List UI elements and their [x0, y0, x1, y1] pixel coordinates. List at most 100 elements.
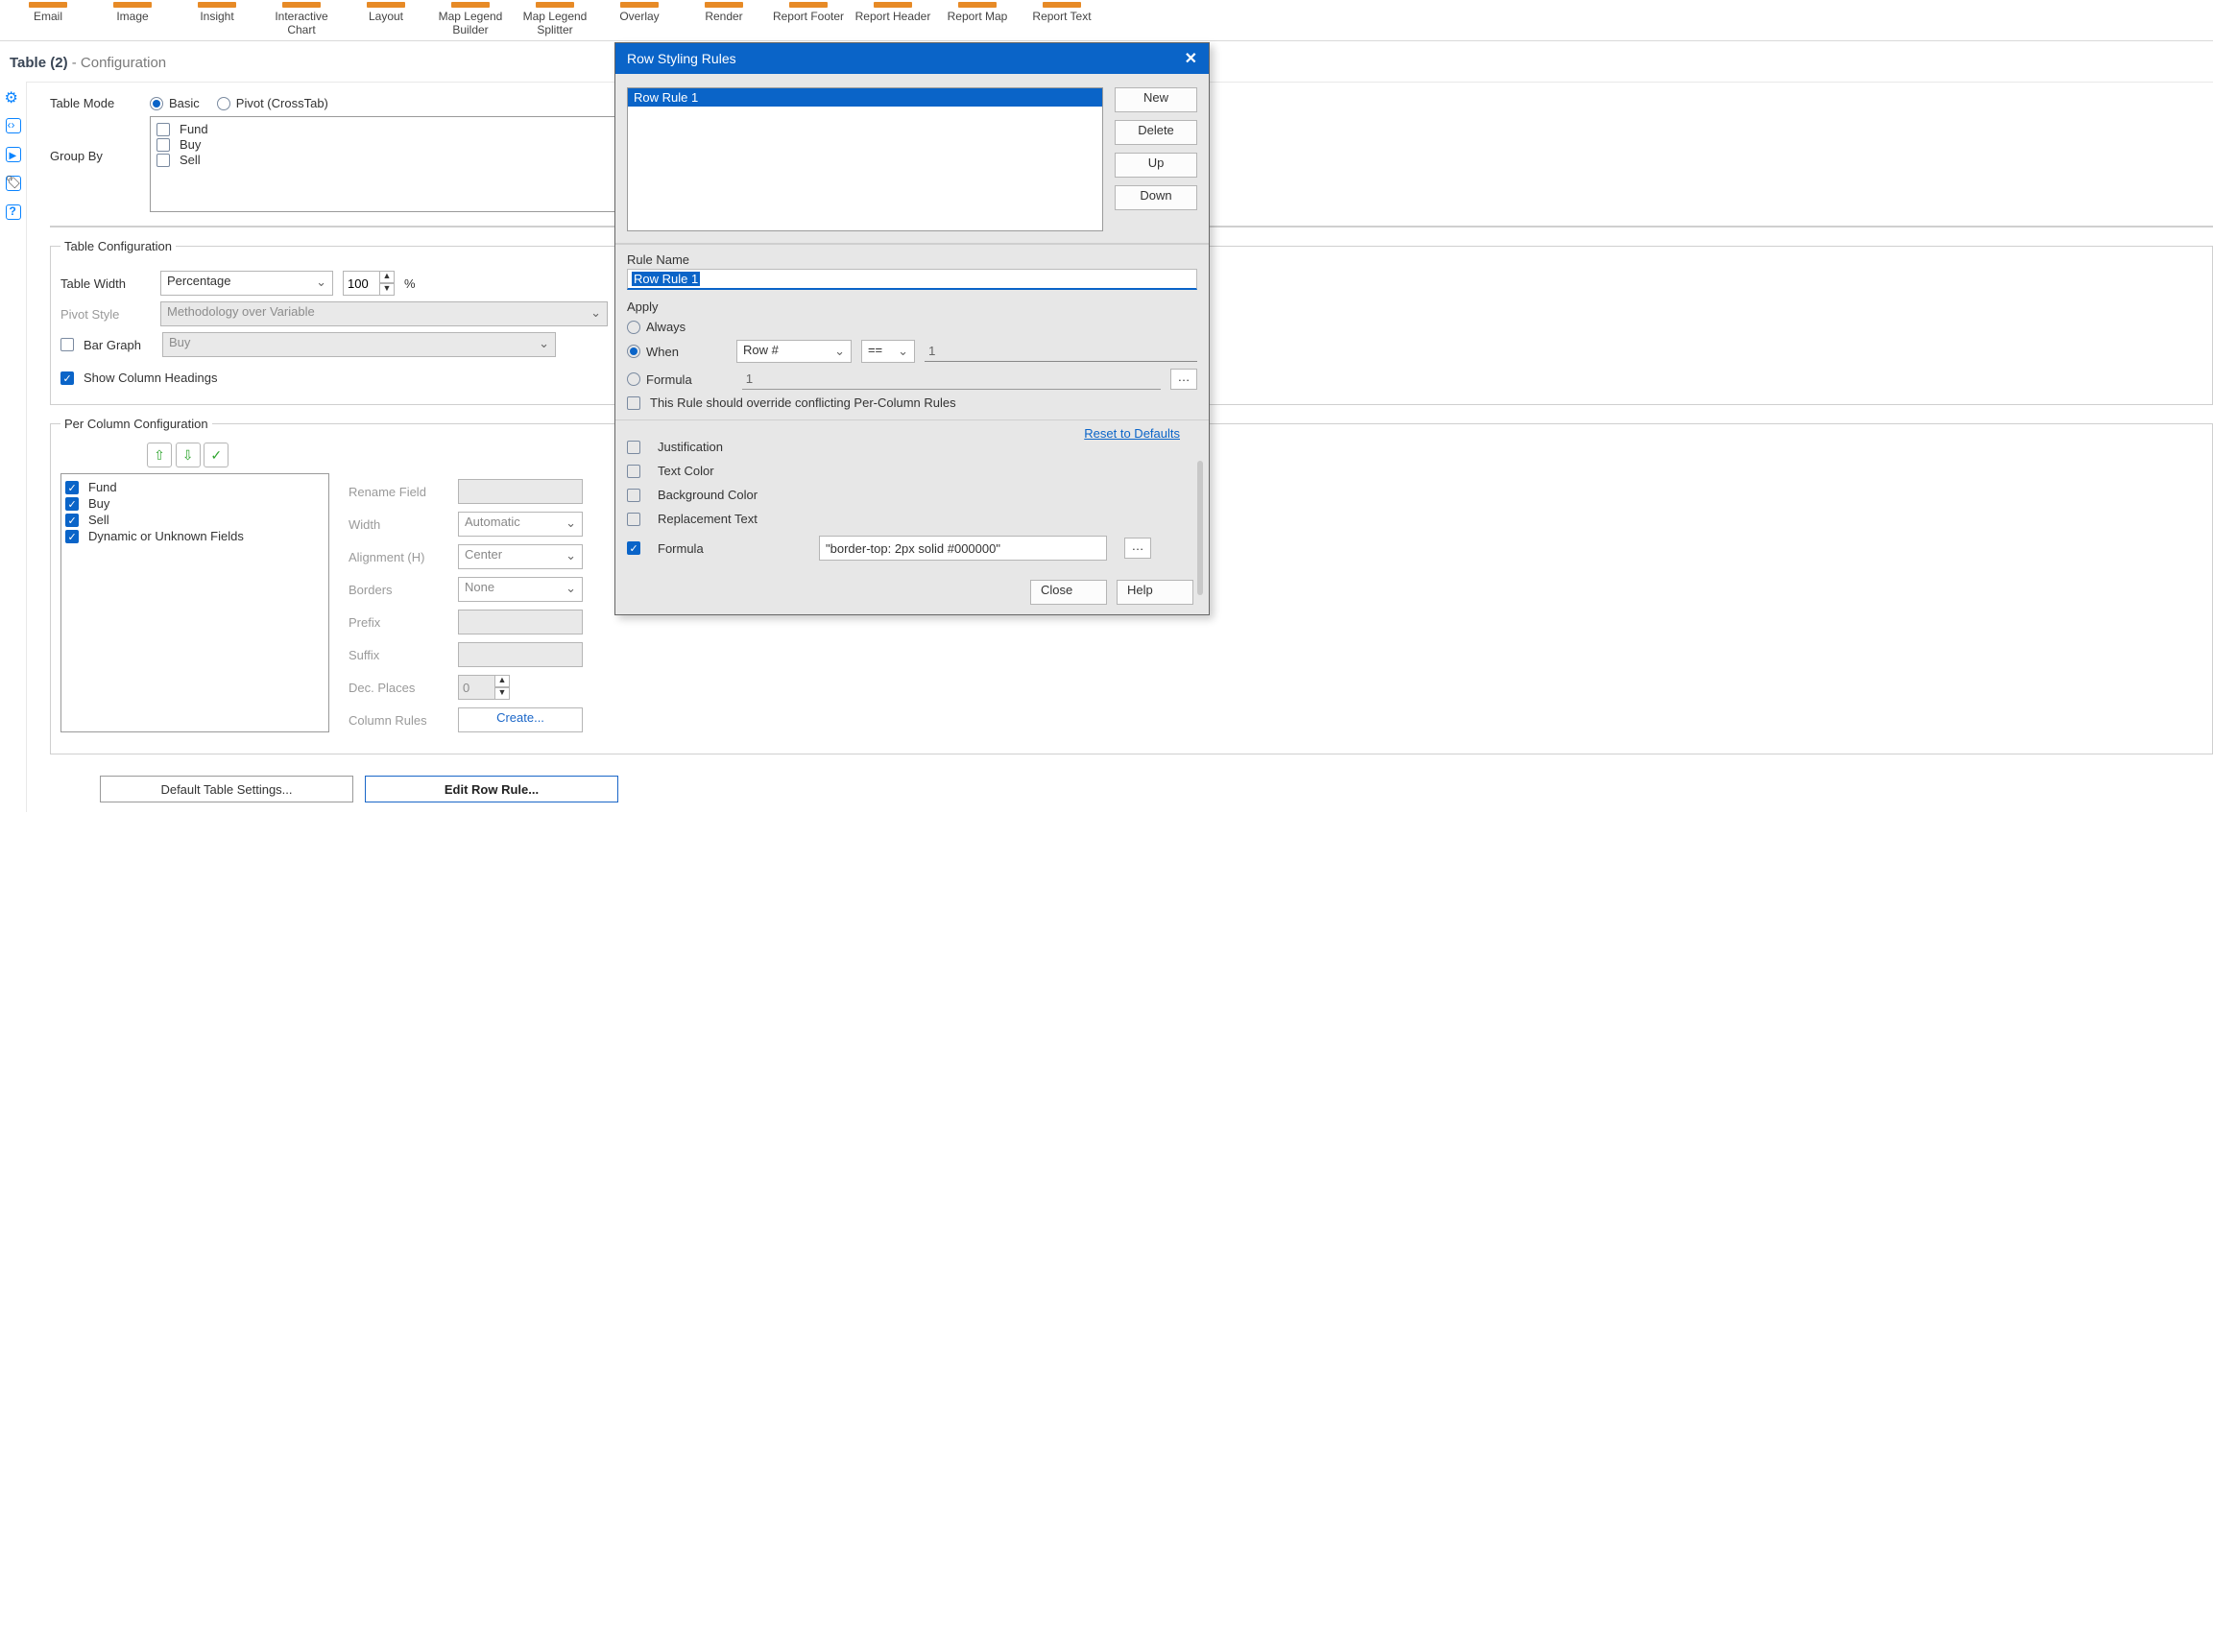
delete-button[interactable]: Delete [1115, 120, 1197, 145]
toolbar-item[interactable]: Insight [175, 0, 259, 36]
close-button[interactable]: Close [1030, 580, 1107, 605]
toolbar-item[interactable]: Render [682, 0, 766, 36]
toolbar-item[interactable]: Report Footer [766, 0, 851, 36]
tool-icon [113, 2, 152, 8]
rule-name-input[interactable]: Row Rule 1 [627, 269, 1197, 290]
toolbar-item[interactable]: Email [6, 0, 90, 36]
apply-formula-input[interactable] [742, 369, 1161, 390]
separator [615, 243, 1209, 245]
column-list[interactable]: FundBuySellDynamic or Unknown Fields [60, 473, 329, 732]
apply-formula-radio[interactable]: Formula [627, 372, 692, 387]
up-button[interactable]: Up [1115, 153, 1197, 178]
close-icon[interactable]: ✕ [1185, 49, 1197, 68]
mode-basic-radio[interactable]: Basic [150, 96, 200, 110]
style-check[interactable] [627, 489, 640, 502]
tool-icon [958, 2, 997, 8]
apply-when-radio[interactable]: When [627, 345, 679, 359]
toolbar-item[interactable]: Layout [344, 0, 428, 36]
side-rail [0, 82, 27, 812]
style-formula-builder[interactable]: … [1124, 538, 1151, 559]
col-borders-combo[interactable]: None [458, 577, 583, 602]
spin-up-icon[interactable]: ▲ [379, 271, 395, 283]
xml-icon[interactable] [6, 118, 21, 133]
label: Prefix [349, 615, 448, 630]
when-op-combo[interactable]: == [861, 340, 915, 363]
override-check[interactable] [627, 396, 640, 410]
table-width-value[interactable] [343, 271, 379, 296]
group-by-check[interactable] [156, 138, 170, 152]
gear-icon[interactable] [6, 89, 21, 105]
table-width-spin[interactable]: ▲▼ [343, 271, 395, 296]
toolbar-item[interactable]: Map Legend Splitter [513, 0, 597, 36]
label: Bar Graph [84, 338, 153, 352]
style-check[interactable] [627, 513, 640, 526]
col-prefix-input [458, 610, 583, 634]
new-button[interactable]: New [1115, 87, 1197, 112]
tool-label: Report Footer [766, 10, 851, 23]
toolbar-item[interactable]: Interactive Chart [259, 0, 344, 36]
toolbar-item[interactable]: Report Map [935, 0, 1020, 36]
tool-label: Email [6, 10, 90, 23]
default-table-settings-button[interactable]: Default Table Settings... [100, 776, 353, 802]
toolbar-item[interactable]: Overlay [597, 0, 682, 36]
toolbar: EmailImageInsightInteractive ChartLayout… [0, 0, 2213, 41]
show-headings-check[interactable] [60, 371, 74, 385]
style-check[interactable] [627, 541, 640, 555]
help-button[interactable]: Help [1117, 580, 1193, 605]
style-check[interactable] [627, 465, 640, 478]
group-by-check[interactable] [156, 154, 170, 167]
group-by-check[interactable] [156, 123, 170, 136]
group-by-list[interactable]: FundBuySell [150, 116, 620, 212]
toolbar-item[interactable]: Image [90, 0, 175, 36]
percent-label: % [404, 276, 416, 291]
column-check[interactable] [65, 497, 79, 511]
tool-label: Map Legend Splitter [513, 10, 597, 36]
when-field-combo[interactable]: Row # [736, 340, 852, 363]
mode-pivot-radio[interactable]: Pivot (CrossTab) [217, 96, 328, 110]
scrollbar[interactable] [1197, 461, 1203, 595]
label: Suffix [349, 648, 448, 662]
col-width-combo[interactable]: Automatic [458, 512, 583, 537]
tool-label: Overlay [597, 10, 682, 23]
label: Show Column Headings [84, 371, 217, 385]
check-all-icon[interactable]: ✓ [204, 443, 229, 467]
apply-always-radio[interactable]: Always [627, 320, 686, 334]
when-value-input[interactable] [925, 341, 1197, 362]
move-down-icon[interactable]: ⇩ [176, 443, 201, 467]
tool-label: Report Text [1020, 10, 1104, 23]
column-name: Buy [88, 496, 109, 511]
row-styling-rules-dialog: Row Styling Rules ✕ Row Rule 1 New Delete… [614, 42, 1210, 615]
col-align-combo[interactable]: Center [458, 544, 583, 569]
rule-list[interactable]: Row Rule 1 [627, 87, 1103, 231]
move-up-icon[interactable]: ⇧ [147, 443, 172, 467]
formula-builder-button[interactable]: … [1170, 369, 1197, 390]
create-column-rules-button[interactable]: Create... [458, 707, 583, 732]
bar-graph-check[interactable] [60, 338, 74, 351]
style-label: Background Color [658, 488, 802, 502]
column-name: Dynamic or Unknown Fields [88, 529, 244, 543]
spin-down-icon[interactable]: ▼ [379, 283, 395, 296]
edit-row-rule-button[interactable]: Edit Row Rule... [365, 776, 618, 802]
toolbar-item[interactable]: Map Legend Builder [428, 0, 513, 36]
legend: Table Configuration [60, 239, 176, 253]
dialog-titlebar[interactable]: Row Styling Rules ✕ [615, 43, 1209, 74]
tool-label: Render [682, 10, 766, 23]
column-check[interactable] [65, 481, 79, 494]
column-check[interactable] [65, 530, 79, 543]
column-check[interactable] [65, 514, 79, 527]
style-check[interactable] [627, 441, 640, 454]
bar-graph-field-combo: Buy [162, 332, 556, 357]
toolbar-item[interactable]: Report Text [1020, 0, 1104, 36]
rule-item[interactable]: Row Rule 1 [628, 88, 1102, 107]
table-width-mode-combo[interactable]: Percentage [160, 271, 333, 296]
arrow-icon[interactable] [6, 147, 21, 162]
dec-places-spin[interactable]: ▲▼ [458, 675, 510, 700]
column-name: Sell [88, 513, 109, 527]
tool-label: Insight [175, 10, 259, 23]
down-button[interactable]: Down [1115, 185, 1197, 210]
toolbar-item[interactable]: Report Header [851, 0, 935, 36]
reset-to-defaults-link[interactable]: Reset to Defaults [1084, 426, 1180, 441]
help-icon[interactable] [6, 204, 21, 220]
style-formula-input[interactable] [819, 536, 1107, 561]
tag-icon[interactable] [6, 176, 21, 191]
